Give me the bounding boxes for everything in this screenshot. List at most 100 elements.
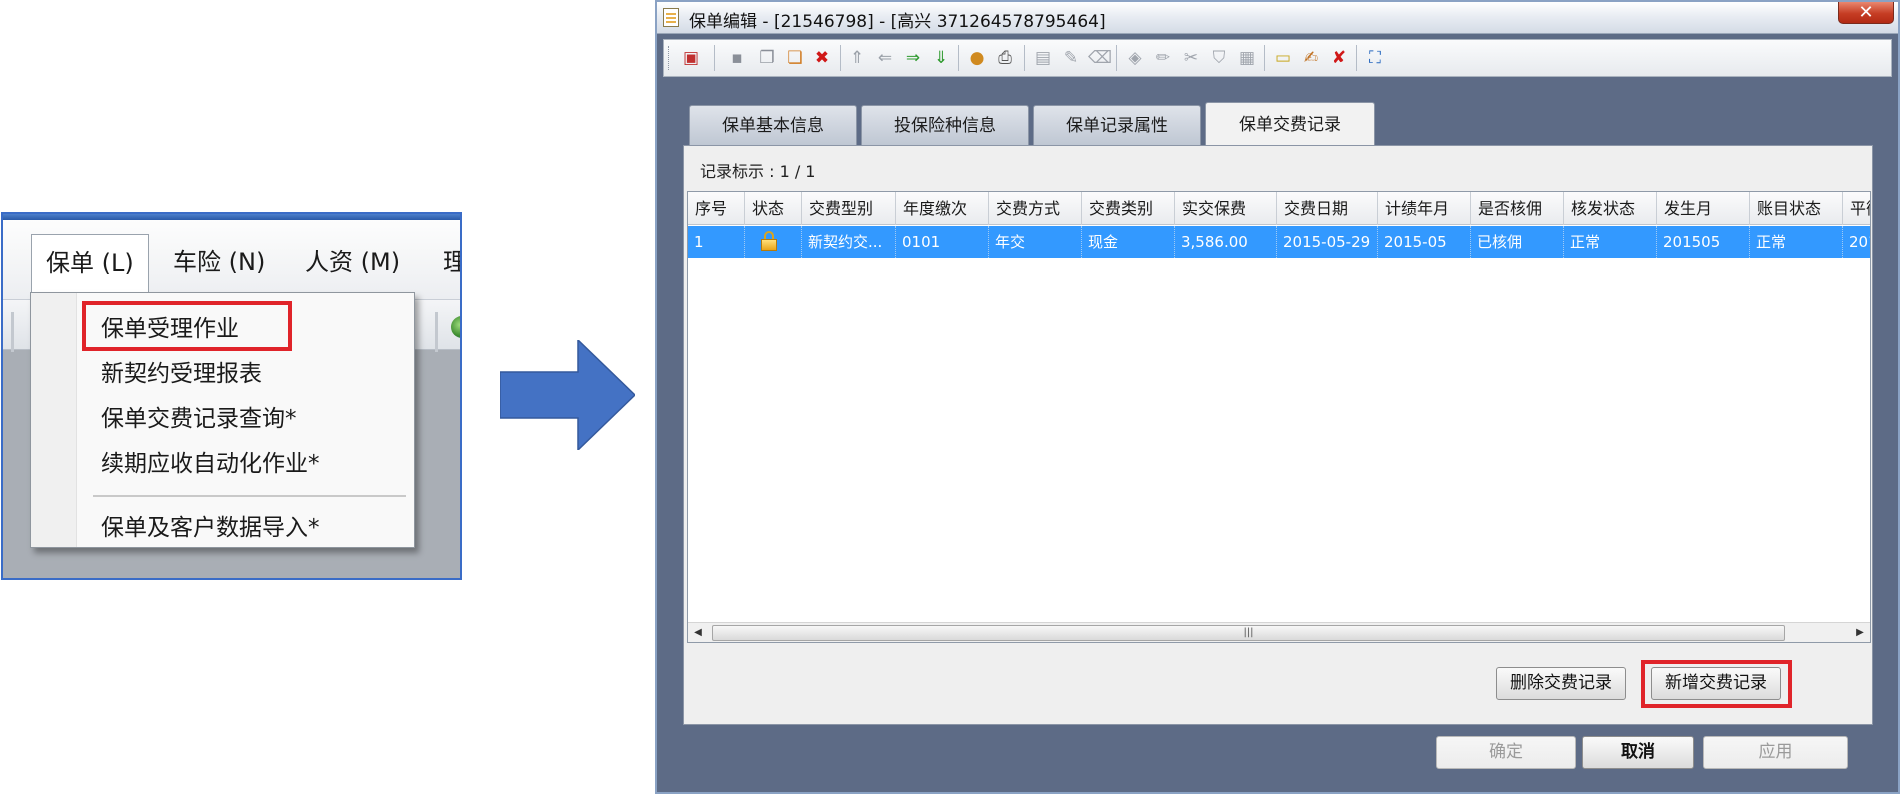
toolbar-separator (840, 45, 841, 71)
column-header[interactable]: 账目状态 (1750, 192, 1843, 225)
menu-gutter (31, 293, 77, 547)
menu-item-policy-acceptance[interactable]: 保单受理作业 (101, 311, 239, 347)
table-cell: 0101 (896, 226, 989, 258)
tab-payment-records[interactable]: 保单交费记录 (1205, 102, 1375, 146)
menu-screenshot-crop: 保单 (L) 车险 (N) 人资 (M) 理 保单受理作业 新契约受理报表 保单… (1, 212, 462, 580)
column-header[interactable]: 平衡 (1843, 192, 1870, 225)
policy-edit-window: 保单编辑 - [21546798] - [高兴 371264578795464]… (655, 0, 1900, 794)
table-header: 序号 状态 交费型别 年度缴次 交费方式 交费类别 实交保费 交费日期 计绩年月… (688, 192, 1870, 225)
menu-divider (93, 495, 406, 497)
scrollbar-thumb[interactable]: ||| (712, 625, 1785, 641)
previous-record-icon[interactable]: ⇐ (874, 47, 896, 69)
close-button[interactable]: ✕ (1838, 2, 1894, 24)
table-cell: 201 (1843, 226, 1870, 258)
next-record-icon[interactable]: ⇒ (902, 47, 924, 69)
column-header[interactable]: 序号 (688, 192, 745, 225)
menu-item-data-import[interactable]: 保单及客户数据导入* (101, 510, 320, 546)
cut-icon[interactable]: ✂ (1180, 47, 1202, 69)
column-header[interactable]: 交费日期 (1277, 192, 1378, 225)
tab-strip: 保单基本信息 投保险种信息 保单记录属性 保单交费记录 (683, 102, 1873, 146)
payment-records-panel: 记录标示 : 1 / 1 序号 状态 交费型别 年度缴次 交费方式 交费类别 实… (683, 145, 1873, 725)
filter-icon[interactable]: ⛉ (1208, 47, 1230, 69)
delete-note-icon[interactable]: ✘ (1328, 47, 1350, 69)
toolbar-separator (435, 312, 438, 352)
column-header[interactable]: 交费类别 (1082, 192, 1175, 225)
cancel-button[interactable]: 取消 (1582, 736, 1694, 769)
toolbar-separator (1356, 45, 1357, 71)
toolbar-separator (1116, 45, 1117, 71)
unlocked-icon (761, 231, 777, 251)
pen-icon[interactable]: ✏ (1152, 47, 1174, 69)
tab-record-attributes[interactable]: 保单记录属性 (1033, 105, 1201, 145)
window-title: 保单编辑 - [21546798] - [高兴 371264578795464] (689, 12, 1106, 32)
toolbar-grip[interactable] (668, 46, 671, 70)
scroll-right-icon[interactable]: ▶ (1850, 623, 1870, 642)
import-icon[interactable]: ▤ (1032, 47, 1054, 69)
attach-icon[interactable]: ◈ (1124, 47, 1146, 69)
tag-icon[interactable]: ⌫ (1088, 47, 1112, 69)
copy-icon[interactable]: ❐ (756, 47, 778, 69)
confirm-button[interactable]: 确定 (1436, 736, 1576, 769)
last-record-icon[interactable]: ⇓ (930, 47, 952, 69)
user-icon[interactable]: ● (966, 47, 988, 69)
menubar-item-claims[interactable]: 理 (429, 234, 460, 290)
table-cell: 正常 (1564, 226, 1657, 258)
column-header[interactable]: 计绩年月 (1378, 192, 1471, 225)
table-cell: 年交 (989, 226, 1082, 258)
first-record-icon[interactable]: ⇑ (846, 47, 868, 69)
apply-button[interactable]: 应用 (1703, 736, 1848, 769)
column-header[interactable]: 交费方式 (989, 192, 1082, 225)
add-payment-record-button[interactable]: 新增交费记录 (1651, 667, 1781, 700)
toolbar-separator (1264, 45, 1265, 71)
fullscreen-icon[interactable]: ⛶ (1364, 47, 1386, 69)
tab-coverage-info[interactable]: 投保险种信息 (861, 105, 1029, 145)
window-titlebar: 保单编辑 - [21546798] - [高兴 371264578795464] (657, 2, 1898, 34)
column-header[interactable]: 是否核佣 (1471, 192, 1564, 225)
menu-item-renewal-automation[interactable]: 续期应收自动化作业* (101, 446, 320, 482)
column-header[interactable]: 状态 (745, 192, 802, 225)
save-icon[interactable]: ▪ (726, 47, 748, 69)
record-indicator: 记录标示 : 1 / 1 (700, 162, 816, 181)
payment-records-table: 序号 状态 交费型别 年度缴次 交费方式 交费类别 实交保费 交费日期 计绩年月… (687, 191, 1871, 643)
table-cell: 现金 (1082, 226, 1175, 258)
table-cell: 201505 (1657, 226, 1750, 258)
menubar-item-auto[interactable]: 车险 (N) (159, 234, 279, 290)
new-note-icon[interactable]: ▭ (1272, 47, 1294, 69)
table-cell: 1 (688, 226, 745, 258)
delete-payment-record-button[interactable]: 删除交费记录 (1496, 667, 1626, 700)
document-icon (663, 8, 679, 27)
edit-icon[interactable]: ✎ (1060, 47, 1082, 69)
column-header[interactable]: 核发状态 (1564, 192, 1657, 225)
menu-item-payment-record-query[interactable]: 保单交费记录查询* (101, 401, 297, 437)
table-cell: 正常 (1750, 226, 1843, 258)
menu-item-new-contract-report[interactable]: 新契约受理报表 (101, 356, 262, 392)
toolbar-separator (11, 312, 14, 352)
menubar: 保单 (L) 车险 (N) 人资 (M) 理 (3, 220, 460, 300)
horizontal-scrollbar[interactable]: ◀ ||| ▶ (688, 622, 1870, 642)
column-header[interactable]: 发生月 (1657, 192, 1750, 225)
menubar-item-policy[interactable]: 保单 (L) (31, 234, 149, 298)
table-cell: 3,586.00 (1175, 226, 1277, 258)
table-cell: 2015-05 (1378, 226, 1471, 258)
toolbar-separator (1024, 45, 1025, 71)
column-header[interactable]: 实交保费 (1175, 192, 1277, 225)
column-header[interactable]: 交费型别 (802, 192, 896, 225)
table-row[interactable]: 1 新契约交... 0101 年交 现金 3,586.00 2015-05-29… (688, 226, 1870, 258)
paste-icon[interactable]: ❏ (784, 47, 806, 69)
print-icon[interactable]: ⎙ (994, 47, 1016, 69)
edit-note-icon[interactable]: ✍ (1300, 47, 1322, 69)
right-arrow-icon (500, 340, 635, 450)
table-cell: 已核佣 (1471, 226, 1564, 258)
toolbar: ▣ ▪ ❐ ❏ ✖ ⇑ ⇐ ⇒ ⇓ ● ⎙ ▤ ✎ ⌫ ◈ ✏ ✂ ⛉ ▦ ▭ … (663, 39, 1892, 77)
tab-basic-info[interactable]: 保单基本信息 (689, 105, 857, 145)
table-cell: 新契约交... (802, 226, 896, 258)
list-icon[interactable]: ▦ (1236, 47, 1258, 69)
menubar-item-hr[interactable]: 人资 (M) (291, 234, 414, 290)
scroll-left-icon[interactable]: ◀ (688, 623, 708, 642)
policy-dropdown-menu: 保单受理作业 新契约受理报表 保单交费记录查询* 续期应收自动化作业* 保单及客… (30, 292, 415, 548)
exit-icon[interactable]: ▣ (680, 47, 702, 69)
delete-icon[interactable]: ✖ (811, 47, 833, 69)
column-header[interactable]: 年度缴次 (896, 192, 989, 225)
toolbar-separator (958, 45, 959, 71)
toolbar-separator (714, 45, 715, 71)
